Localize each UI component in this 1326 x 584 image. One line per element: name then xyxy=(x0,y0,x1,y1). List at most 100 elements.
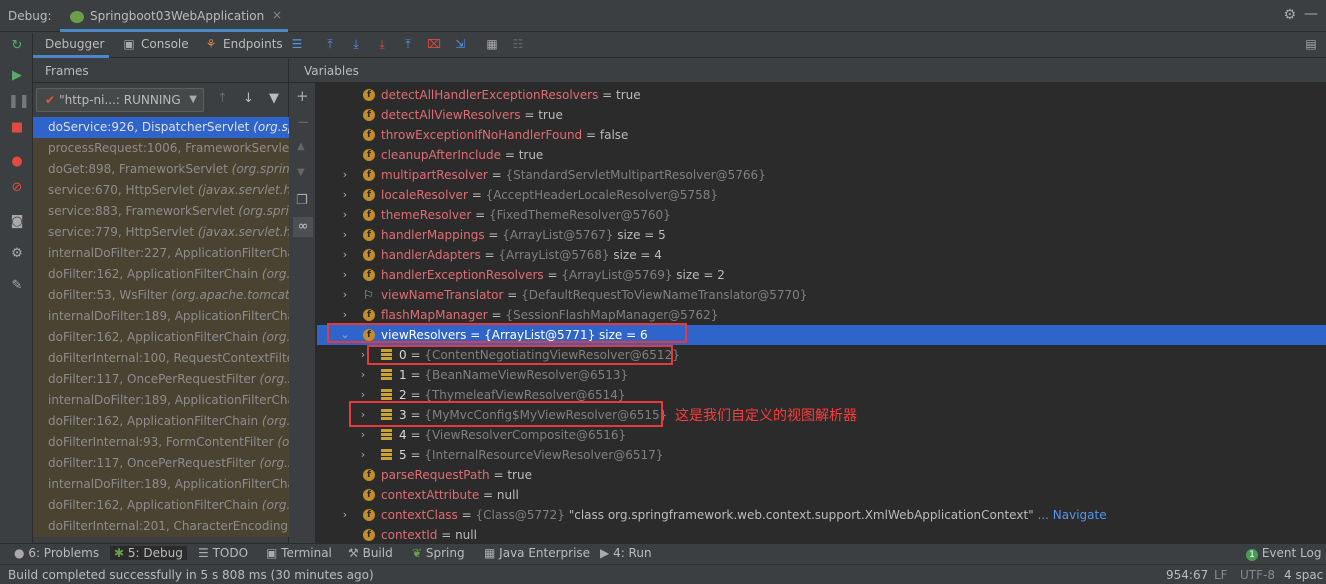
list-element-icon xyxy=(381,429,392,441)
debug-tab[interactable]: ✱ 5: Debug xyxy=(110,546,187,560)
frame-item[interactable]: doFilterInternal:100, RequestContextFilt… xyxy=(33,348,289,369)
close-icon[interactable]: × xyxy=(272,8,282,22)
stop-icon[interactable]: ■ xyxy=(8,119,26,137)
variable-row[interactable]: f detectAllViewResolvers = true xyxy=(317,105,1326,125)
filter-icon[interactable]: ▼ xyxy=(269,91,279,106)
indent-setting[interactable]: 4 spac xyxy=(1284,568,1323,582)
rerun-icon[interactable]: ↻ xyxy=(8,37,26,55)
java-enterprise-tab[interactable]: ▦ Java Enterprise xyxy=(484,546,590,560)
chevron-right-icon[interactable]: › xyxy=(357,425,369,445)
frame-item[interactable]: internalDoFilter:227, ApplicationFilterC… xyxy=(33,243,289,264)
event-log-tab[interactable]: 1 Event Log xyxy=(1246,546,1321,561)
frame-item[interactable]: service:779, HttpServlet (javax.servlet.… xyxy=(33,222,289,243)
chevron-right-icon[interactable]: › xyxy=(357,445,369,465)
variable-value: false xyxy=(599,128,629,142)
settings-icon[interactable]: ⚙ xyxy=(8,245,26,263)
run-tab[interactable]: ▶ 4: Run xyxy=(600,546,652,560)
camera-icon[interactable]: ◙ xyxy=(8,213,26,231)
list-element-row[interactable]: › 4 = {ViewResolverComposite@6516} xyxy=(317,425,1326,445)
variable-row[interactable]: f cleanupAfterInclude = true xyxy=(317,145,1326,165)
navigate-link[interactable]: ... Navigate xyxy=(1038,508,1107,522)
pause-icon[interactable]: ❚❚ xyxy=(8,93,30,111)
evaluate-expression-icon[interactable]: ▦ xyxy=(484,36,500,52)
chevron-right-icon[interactable]: › xyxy=(339,205,351,225)
variable-row[interactable]: f detectAllHandlerExceptionResolvers = tr… xyxy=(317,85,1326,105)
chevron-right-icon[interactable]: › xyxy=(339,305,351,325)
cursor-position[interactable]: 954:67 xyxy=(1166,568,1208,582)
variable-row[interactable]: f throwExceptionIfNoHandlerFound = false xyxy=(317,125,1326,145)
frame-item[interactable]: doGet:898, FrameworkServlet (org.spring xyxy=(33,159,289,180)
list-element-row[interactable]: › 5 = {InternalResourceViewResolver@6517} xyxy=(317,445,1326,465)
chevron-right-icon[interactable]: › xyxy=(339,245,351,265)
variable-row[interactable]: › f themeResolver = {FixedThemeResolver@57… xyxy=(317,205,1326,225)
frame-item[interactable]: doFilter:117, OncePerRequestFilter (org.… xyxy=(33,369,289,390)
spring-tab[interactable]: ❦ Spring xyxy=(412,546,465,560)
frame-item[interactable]: internalDoFilter:189, ApplicationFilterC… xyxy=(33,306,289,327)
frame-class: (org.ap xyxy=(261,267,289,281)
layout-icon[interactable]: ▤ xyxy=(1303,36,1319,52)
frame-item[interactable]: doFilterInternal:201, CharacterEncodingF… xyxy=(33,516,289,537)
list-element-row[interactable]: › 1 = {BeanNameViewResolver@6513} xyxy=(317,365,1326,385)
frame-item[interactable]: doFilter:162, ApplicationFilterChain (or… xyxy=(33,495,289,516)
build-tab[interactable]: ⚒ Build xyxy=(348,546,393,560)
chevron-right-icon[interactable]: › xyxy=(339,185,351,205)
resume-icon[interactable]: ▶ xyxy=(8,67,26,85)
variable-row[interactable]: › f handlerExceptionResolvers = {ArrayList… xyxy=(317,265,1326,285)
variable-row[interactable]: f contextAttribute = null xyxy=(317,485,1326,505)
tab-console[interactable]: Console xyxy=(141,33,189,58)
line-separator[interactable]: LF xyxy=(1214,568,1228,582)
trace-icon[interactable]: ☷ xyxy=(510,36,526,52)
variable-row[interactable]: › f localeResolver = {AcceptHeaderLocaleRe… xyxy=(317,185,1326,205)
frame-item[interactable]: internalDoFilter:189, ApplicationFilterC… xyxy=(33,474,289,495)
next-frame-icon[interactable]: ↓ xyxy=(243,91,254,106)
variable-text: themeResolver = {FixedThemeResolver@5760… xyxy=(381,208,671,222)
view-breakpoints-icon[interactable]: ● xyxy=(8,153,26,171)
step-out-icon[interactable]: ⤒ xyxy=(400,36,416,52)
variable-row[interactable]: › f flashMapManager = {SessionFlashMapMana… xyxy=(317,305,1326,325)
variable-row[interactable]: › f contextClass = {Class@5772} "class org… xyxy=(317,505,1326,525)
tab-debugger[interactable]: Debugger xyxy=(33,33,109,58)
thread-selector[interactable]: ✔ "http-ni...: RUNNING ▼ xyxy=(36,88,204,112)
frame-item[interactable]: internalDoFilter:189, ApplicationFilterC… xyxy=(33,390,289,411)
problems-tab[interactable]: ● 6: Problems xyxy=(14,546,99,560)
chevron-right-icon[interactable]: › xyxy=(357,365,369,385)
run-to-cursor-icon[interactable]: ⇲ xyxy=(452,36,468,52)
file-encoding[interactable]: UTF-8 xyxy=(1240,568,1275,582)
chevron-right-icon[interactable]: › xyxy=(339,505,351,525)
variable-row[interactable]: › f handlerMappings = {ArrayList@5767} siz… xyxy=(317,225,1326,245)
frame-item[interactable]: processRequest:1006, FrameworkServlet xyxy=(33,138,289,159)
variable-row[interactable]: › f handlerAdapters = {ArrayList@5768} siz… xyxy=(317,245,1326,265)
frame-item[interactable]: service:670, HttpServlet (javax.servlet.… xyxy=(33,180,289,201)
frame-item[interactable]: doService:926, DispatcherServlet (org.sp… xyxy=(33,117,289,138)
gear-icon[interactable]: ⚙ xyxy=(1283,7,1296,23)
show-execution-point-icon[interactable]: ⤒ xyxy=(322,36,338,52)
minimize-icon[interactable]: — xyxy=(1304,6,1318,22)
chevron-right-icon[interactable]: › xyxy=(339,225,351,245)
frame-class: (org.ap xyxy=(261,330,289,344)
variable-row[interactable]: › ⚐ viewNameTranslator = {DefaultRequestTo… xyxy=(317,285,1326,305)
chevron-right-icon[interactable]: › xyxy=(339,165,351,185)
variable-row[interactable]: f parseRequestPath = true xyxy=(317,465,1326,485)
frame-item[interactable]: doFilter:162, ApplicationFilterChain (or… xyxy=(33,411,289,432)
mute-breakpoints-icon[interactable]: ⊘ xyxy=(8,179,26,197)
chevron-right-icon[interactable]: › xyxy=(339,265,351,285)
variable-row[interactable]: f contextId = null xyxy=(317,525,1326,545)
step-over-icon[interactable]: ⤓ xyxy=(348,36,364,52)
drop-frame-icon[interactable]: ⌧ xyxy=(426,36,442,52)
frame-item[interactable]: doFilter:162, ApplicationFilterChain (or… xyxy=(33,264,289,285)
frame-item[interactable]: doFilter:117, OncePerRequestFilter (org.… xyxy=(33,453,289,474)
previous-frame-icon[interactable]: ↑ xyxy=(217,91,228,106)
variable-row[interactable]: › f multipartResolver = {StandardServletMu… xyxy=(317,165,1326,185)
frame-item[interactable]: doFilter:53, WsFilter (org.apache.tomcat… xyxy=(33,285,289,306)
menu-icon[interactable]: ☰ xyxy=(289,36,305,52)
frame-item[interactable]: service:883, FrameworkServlet (org.sprin… xyxy=(33,201,289,222)
run-configuration-tab[interactable]: Springboot03WebApplication × xyxy=(60,3,288,32)
terminal-tab[interactable]: ▣ Terminal xyxy=(266,546,332,560)
frame-item[interactable]: doFilter:162, ApplicationFilterChain (or… xyxy=(33,327,289,348)
frame-item[interactable]: doFilterInternal:93, FormContentFilter (… xyxy=(33,432,289,453)
chevron-right-icon[interactable]: › xyxy=(339,285,351,305)
force-step-into-icon[interactable]: ⤓ xyxy=(374,36,390,52)
pin-icon[interactable]: ✎ xyxy=(8,277,26,295)
tab-endpoints[interactable]: Endpoints xyxy=(223,33,283,58)
todo-tab[interactable]: ☰ TODO xyxy=(198,546,248,560)
